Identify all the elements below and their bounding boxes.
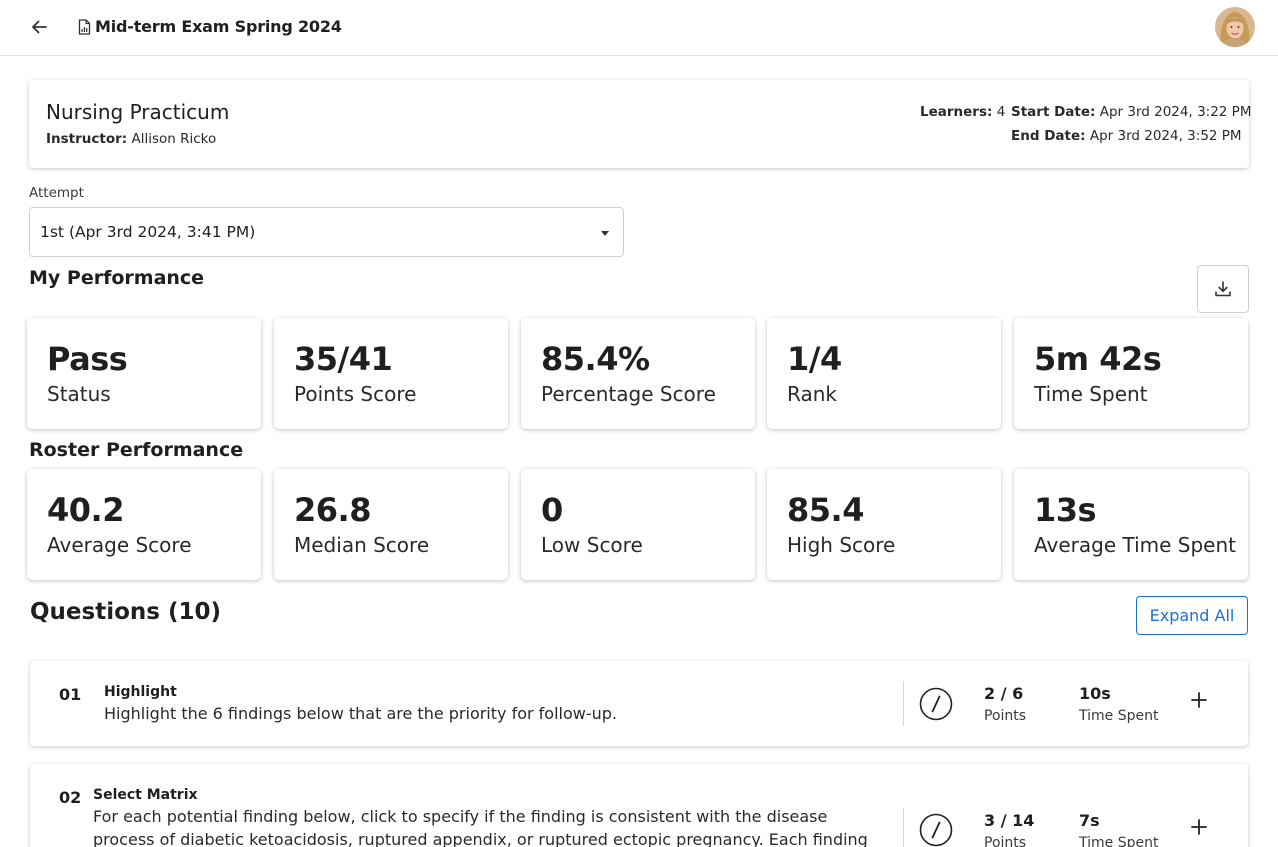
start-date-value: Apr 3rd 2024, 3:22 PM (1099, 104, 1252, 120)
user-avatar-image (1215, 7, 1255, 47)
stat-label: High Score (787, 533, 896, 557)
question-card[interactable]: 01 Highlight Highlight the 6 findings be… (30, 661, 1248, 746)
question-type: Highlight (104, 684, 177, 700)
learners-label: Learners: (920, 104, 993, 120)
stat-value: 1/4 (787, 340, 842, 378)
questions-title: Questions (10) (30, 599, 221, 625)
download-button[interactable] (1197, 265, 1249, 313)
question-type: Select Matrix (93, 787, 198, 803)
expand-all-button[interactable]: Expand All (1136, 596, 1248, 635)
instructor-label: Instructor: (46, 131, 128, 147)
stat-label: Status (47, 382, 111, 406)
stat-label: Median Score (294, 533, 430, 557)
roster-performance-title: Roster Performance (29, 439, 244, 461)
instructor-info: Instructor: Allison Ricko (46, 131, 216, 147)
stat-label: Rank (787, 382, 837, 406)
question-time: 10s (1079, 684, 1111, 703)
avatar[interactable] (1215, 7, 1255, 47)
attempt-select[interactable]: 1st (Apr 3rd 2024, 3:41 PM) (29, 207, 624, 257)
question-number: 01 (59, 685, 82, 704)
question-text: For each potential finding below, click … (93, 807, 868, 847)
stat-value: 26.8 (294, 491, 371, 529)
back-button[interactable] (26, 14, 52, 40)
stat-card-high-score: 85.4 High Score (767, 469, 1001, 580)
stat-value: 13s (1034, 491, 1097, 529)
learners-count: 4 (996, 104, 1006, 120)
stat-label: Low Score (541, 533, 643, 557)
stat-card-time-spent: 5m 42s Time Spent (1014, 318, 1248, 429)
stat-card-points-score: 35/41 Points Score (274, 318, 508, 429)
question-number: 02 (59, 788, 82, 807)
document-icon (78, 19, 91, 35)
divider (903, 681, 904, 726)
stat-value: 85.4% (541, 340, 650, 378)
learners-info: Learners: 4 (920, 104, 1005, 120)
question-points: 3 / 14 (984, 811, 1035, 830)
stat-value: 0 (541, 491, 563, 529)
slash-circle-icon (919, 687, 953, 721)
question-points-label: Points (984, 835, 1027, 847)
question-card[interactable]: 02 Select Matrix For each potential find… (30, 764, 1248, 847)
stat-label: Time Spent (1034, 382, 1148, 406)
question-text: Highlight the 6 findings below that are … (104, 704, 618, 723)
stat-card-status: Pass Status (27, 318, 261, 429)
stat-card-average-time-spent: 13s Average Time Spent (1014, 469, 1248, 580)
attempt-label: Attempt (29, 185, 84, 201)
stat-value: 40.2 (47, 491, 124, 529)
stat-label: Average Time Spent (1034, 533, 1237, 557)
question-points: 2 / 6 (984, 684, 1024, 703)
question-time-label: Time Spent (1079, 708, 1159, 724)
slash-circle-icon (919, 813, 953, 847)
page-title: Mid-term Exam Spring 2024 (95, 17, 342, 36)
question-points-label: Points (984, 708, 1027, 724)
stat-value: Pass (47, 340, 128, 378)
course-info-card: Nursing Practicum Instructor: Allison Ri… (29, 80, 1251, 168)
end-date-label: End Date: (1011, 128, 1086, 144)
caret-down-icon (601, 231, 609, 236)
question-time: 7s (1079, 811, 1100, 830)
plus-icon[interactable] (1188, 689, 1210, 711)
stat-label: Percentage Score (541, 382, 716, 406)
plus-icon[interactable] (1188, 816, 1210, 838)
arrow-left-icon (32, 20, 47, 34)
stat-card-percentage-score: 85.4% Percentage Score (521, 318, 755, 429)
end-date-info: End Date: Apr 3rd 2024, 3:52 PM (1011, 128, 1242, 144)
stat-value: 35/41 (294, 340, 393, 378)
my-performance-title: My Performance (29, 267, 205, 289)
divider (903, 808, 904, 847)
top-bar: Mid-term Exam Spring 2024 (0, 0, 1278, 56)
stat-value: 85.4 (787, 491, 864, 529)
start-date-label: Start Date: (1011, 104, 1096, 120)
question-time-label: Time Spent (1079, 835, 1159, 847)
stat-card-median-score: 26.8 Median Score (274, 469, 508, 580)
stat-label: Points Score (294, 382, 417, 406)
course-name: Nursing Practicum (46, 100, 230, 124)
attempt-selected-value: 1st (Apr 3rd 2024, 3:41 PM) (40, 223, 256, 241)
download-icon (1215, 281, 1231, 297)
stat-value: 5m 42s (1034, 340, 1162, 378)
end-date-value: Apr 3rd 2024, 3:52 PM (1089, 128, 1242, 144)
stat-card-average-score: 40.2 Average Score (27, 469, 261, 580)
stat-card-rank: 1/4 Rank (767, 318, 1001, 429)
stat-label: Average Score (47, 533, 192, 557)
instructor-name: Allison Ricko (131, 131, 217, 147)
stat-card-low-score: 0 Low Score (521, 469, 755, 580)
start-date-info: Start Date: Apr 3rd 2024, 3:22 PM (1011, 104, 1251, 120)
